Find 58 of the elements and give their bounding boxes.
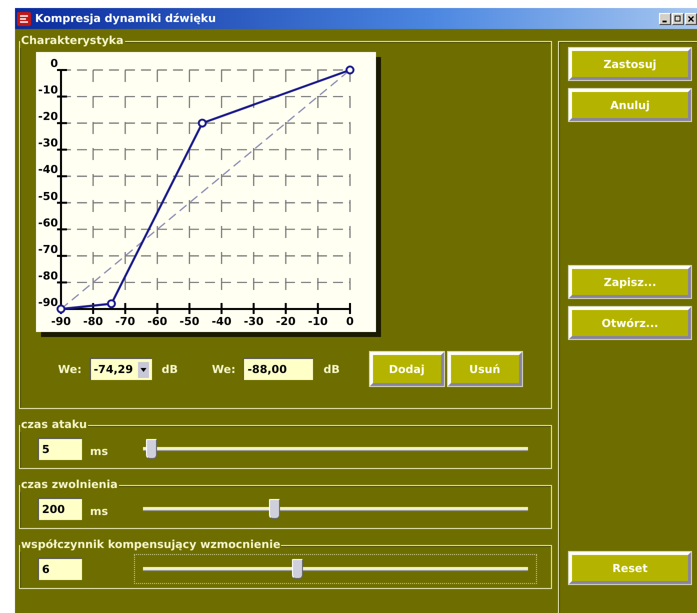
- action-button[interactable]: Zastosuj: [569, 48, 691, 80]
- group-title: Charakterystyka: [20, 34, 125, 48]
- tick-label: -90: [51, 315, 71, 328]
- slider-track[interactable]: [143, 559, 528, 579]
- group-title: czas zwolnienia: [20, 478, 119, 492]
- tick-label: -70: [115, 315, 136, 328]
- input-field[interactable]: 200: [38, 498, 82, 520]
- slider-thumb[interactable]: [268, 499, 280, 519]
- slider-track[interactable]: [143, 439, 528, 459]
- slider-thumb[interactable]: [292, 559, 303, 579]
- tick-label: -90: [38, 296, 58, 309]
- action-button[interactable]: Usuń: [448, 352, 522, 386]
- unit-label: ms: [90, 504, 108, 518]
- tick-label: -10: [308, 315, 328, 328]
- tick-label: -80: [83, 315, 104, 328]
- unit-label: dB: [162, 362, 178, 376]
- tick-label: -40: [38, 163, 58, 176]
- data-point[interactable]: [198, 118, 207, 128]
- tick-label: -10: [38, 84, 58, 97]
- app-icon: [17, 12, 31, 26]
- maximize-icon[interactable]: [672, 12, 684, 24]
- tick-label: -60: [147, 315, 168, 328]
- data-point[interactable]: [56, 304, 66, 314]
- slider-track[interactable]: [143, 499, 528, 519]
- tick-label: -40: [212, 315, 232, 328]
- unit-label: dB: [323, 362, 340, 376]
- tick-label: -30: [244, 315, 264, 328]
- tick-label: -30: [38, 136, 58, 150]
- tick-label: -50: [38, 190, 58, 203]
- tick-label: -60: [38, 216, 58, 230]
- action-button[interactable]: Reset: [569, 552, 691, 584]
- field-label: We:: [58, 362, 82, 376]
- value-dropdown[interactable]: -74,29: [90, 358, 152, 380]
- tick-label: -70: [38, 242, 58, 256]
- action-button[interactable]: Otwórz...: [569, 307, 691, 339]
- action-button[interactable]: Anuluj: [569, 89, 691, 121]
- action-button[interactable]: Dodaj: [370, 352, 444, 386]
- close-icon[interactable]: [685, 12, 697, 24]
- group-title: współczynnik kompensujący wzmocnienie: [20, 538, 282, 552]
- input-field[interactable]: -88,00: [243, 358, 314, 380]
- data-point[interactable]: [346, 66, 354, 74]
- tick-label: -80: [38, 269, 58, 282]
- input-field[interactable]: 6: [38, 558, 82, 580]
- slider-thumb[interactable]: [146, 439, 157, 459]
- caret-icon[interactable]: [138, 362, 149, 378]
- unit-label: ms: [90, 444, 108, 458]
- tick-label: 0: [346, 315, 354, 328]
- action-button[interactable]: Zapisz...: [569, 266, 691, 298]
- data-point[interactable]: [106, 299, 116, 308]
- window-title: Kompresja dynamiki dźwięku: [35, 12, 217, 25]
- tick-label: -50: [180, 315, 200, 328]
- group-title: czas ataku: [20, 418, 88, 432]
- tick-label: -20: [276, 315, 296, 328]
- tick-label: -20: [38, 110, 58, 124]
- minimize-icon[interactable]: [659, 12, 671, 24]
- input-field[interactable]: 5: [38, 438, 82, 460]
- field-label: We:: [212, 362, 236, 376]
- tick-label: 0: [50, 57, 58, 70]
